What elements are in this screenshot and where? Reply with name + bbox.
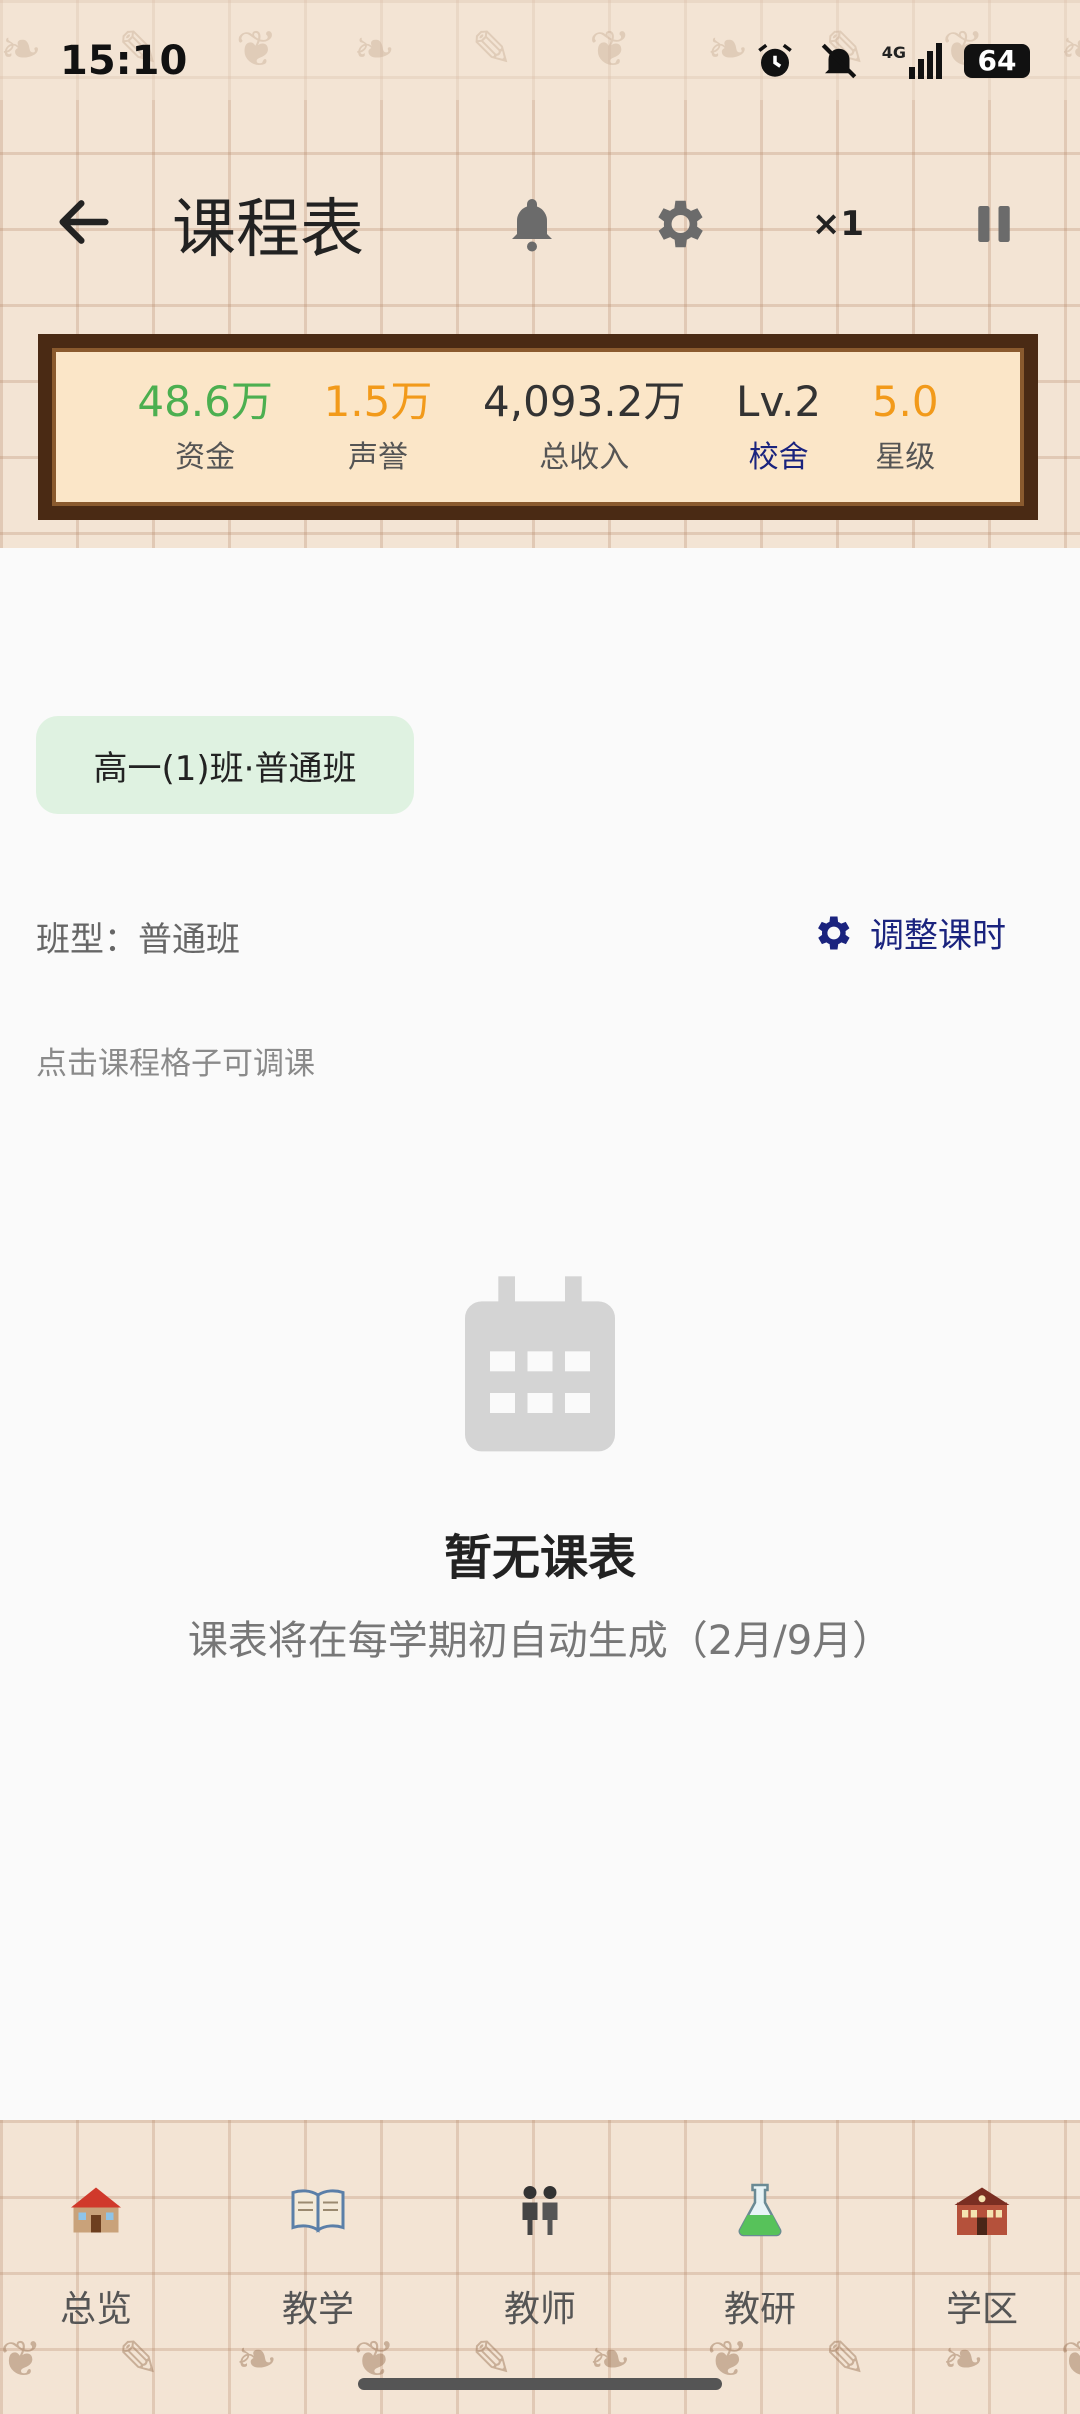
nav-label: 学区 [945, 2289, 1018, 2330]
stat-value: Lv.2 [736, 377, 822, 426]
stats-panel: 48.6万 资金 1.5万 声誉 4,093.2万 总收入 Lv.2 校舍 5.… [38, 334, 1038, 520]
stat-funds: 48.6万 资金 [137, 378, 273, 476]
stat-label: 总收入 [539, 440, 630, 475]
stat-total-income: 4,093.2万 总收入 [483, 378, 685, 476]
adjust-hours-button[interactable]: 调整课时 [810, 908, 1006, 957]
nav-label: 教学 [281, 2289, 354, 2330]
nav-item-district[interactable]: 学区 [902, 2180, 1062, 2332]
nav-label: 教师 [503, 2289, 576, 2330]
signal-icon: 4G [882, 43, 942, 79]
school-building-icon [954, 2187, 1010, 2235]
stat-label: 资金 [175, 440, 236, 475]
flask-icon [738, 2183, 782, 2237]
decorative-border-bottom: ❦ ✎ ❧ ❦ ✎ ❧ ❦ ✎ ❧ ❦ ✎ ❧ ❦ [0, 2330, 1080, 2388]
nav-label: 教研 [723, 2289, 796, 2330]
stat-value: 1.5万 [323, 377, 433, 426]
school-house-icon [71, 2187, 121, 2233]
nav-item-teaching[interactable]: 教学 [238, 2180, 398, 2332]
teachers-icon [522, 2186, 558, 2235]
gear-icon [818, 916, 850, 949]
speed-button[interactable]: ×1 [804, 190, 872, 258]
stat-star-rating: 5.0 星级 [872, 378, 939, 476]
network-type-label: 4G [881, 43, 906, 62]
speed-label: ×1 [811, 204, 865, 244]
empty-state-title: 暂无课表 [443, 1530, 636, 1586]
open-book-icon [291, 2189, 345, 2233]
nav-item-research[interactable]: 教研 [680, 2180, 840, 2332]
pause-icon [978, 206, 1010, 242]
pause-button[interactable] [960, 190, 1028, 258]
app-bar: 课程表 ×1 [0, 160, 1080, 280]
calendar-icon [465, 1276, 615, 1452]
class-selector-chip[interactable]: 高一(1)班·普通班 [36, 716, 414, 814]
nav-label: 总览 [59, 2289, 132, 2330]
hint-text: 点击课程格子可调课 [36, 1046, 315, 1082]
stat-label: 校舍 [748, 440, 809, 475]
nav-item-overview[interactable]: 总览 [16, 2180, 176, 2332]
battery-indicator: 64 [964, 44, 1030, 78]
page-title: 课程表 [172, 193, 364, 267]
empty-state: 暂无课表 课表将在每学期初自动生成（2月/9月） [0, 1268, 1080, 1670]
notifications-button[interactable] [498, 190, 566, 258]
bell-icon [512, 199, 552, 252]
nav-item-teachers[interactable]: 教师 [460, 2180, 620, 2332]
stat-value: 48.6万 [137, 377, 273, 426]
stat-label: 星级 [875, 440, 936, 475]
class-type-label: 班型：普通班 [36, 920, 240, 960]
status-time: 15:10 [60, 38, 188, 84]
bottom-navigation: ❦ ✎ ❧ ❦ ✎ ❧ ❦ ✎ ❧ ❦ ✎ ❧ ❦ 总览 教学 教师 [0, 2120, 1080, 2414]
stat-building-level: Lv.2 校舍 [736, 378, 821, 476]
alarm-icon [757, 43, 792, 77]
adjust-hours-label: 调整课时 [870, 916, 1006, 956]
stat-label: 声誉 [347, 440, 408, 475]
stat-reputation: 1.5万 声誉 [324, 378, 433, 476]
home-indicator[interactable] [358, 2378, 722, 2390]
stat-value: 4,093.2万 [483, 377, 686, 426]
stat-value: 5.0 [871, 377, 939, 426]
status-icons: 4G 64 [754, 40, 1030, 82]
empty-state-description: 课表将在每学期初自动生成（2月/9月） [187, 1618, 893, 1664]
back-arrow-icon[interactable] [52, 190, 116, 254]
muted-bell-icon [821, 43, 856, 79]
status-bar: 15:10 4G 64 [0, 0, 1080, 100]
settings-button[interactable] [644, 190, 712, 258]
gear-icon [658, 200, 703, 248]
